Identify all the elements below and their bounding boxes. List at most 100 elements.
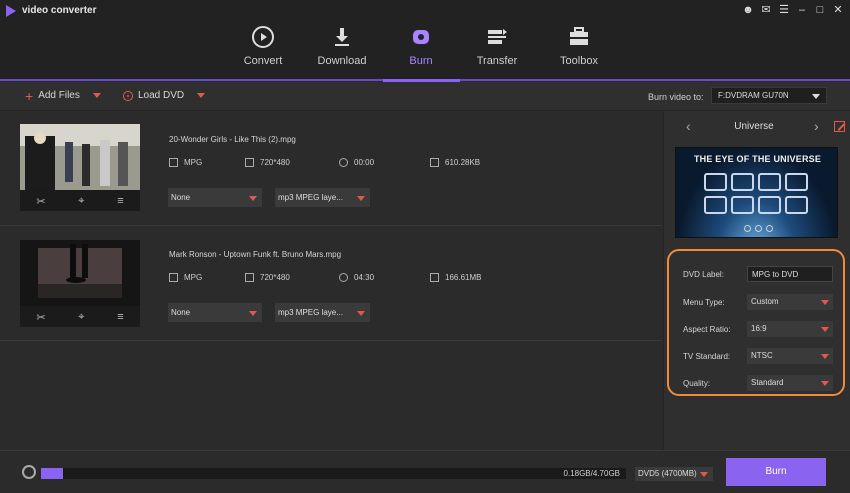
menu-type-select[interactable]: Custom bbox=[747, 294, 833, 310]
clock-icon bbox=[339, 158, 348, 167]
chevron-down-icon bbox=[821, 381, 829, 386]
aspect-ratio-row: Aspect Ratio: 16:9 bbox=[683, 321, 843, 337]
load-dvd-button[interactable]: Load DVD bbox=[123, 90, 206, 101]
file-size: 610.28KB bbox=[430, 158, 480, 167]
menu-type-value: Custom bbox=[751, 297, 779, 306]
chapter-frame bbox=[704, 173, 727, 191]
app-logo-icon bbox=[6, 5, 16, 17]
format-value: MPG bbox=[184, 158, 203, 167]
chevron-down-icon bbox=[700, 472, 708, 477]
quality-row: Quality: Standard bbox=[683, 375, 843, 391]
next-template-icon[interactable]: › bbox=[814, 118, 819, 134]
video-thumbnail[interactable]: ✂ ⌖ ≡ bbox=[20, 240, 140, 327]
chapter-frame bbox=[758, 196, 781, 214]
title-bar: video converter ☻ ✉ ☰ – □ ✕ bbox=[0, 0, 850, 22]
window-controls: ☻ ✉ ☰ – □ ✕ bbox=[742, 3, 844, 17]
alarm-clock-icon[interactable] bbox=[22, 465, 36, 479]
crop-icon[interactable]: ⌖ bbox=[78, 195, 84, 208]
file-row[interactable]: ✂ ⌖ ≡ Mark Ronson - Uptown Funk ft. Brun… bbox=[0, 226, 662, 341]
tv-standard-row: TV Standard: NTSC bbox=[683, 348, 843, 364]
quality-label: Quality: bbox=[683, 379, 711, 388]
tab-download[interactable]: Download bbox=[304, 22, 380, 80]
quality-select[interactable]: Standard bbox=[747, 375, 833, 391]
audio-select[interactable]: mp3 MPEG laye... bbox=[275, 188, 370, 207]
plus-icon: + bbox=[25, 87, 34, 104]
tv-standard-label: TV Standard: bbox=[683, 352, 731, 361]
size-value: 610.28KB bbox=[445, 158, 481, 167]
menu-button-icon bbox=[755, 225, 762, 232]
tv-standard-select[interactable]: NTSC bbox=[747, 348, 833, 364]
duration-value: 04:30 bbox=[354, 273, 375, 282]
file-duration: 04:30 bbox=[339, 273, 374, 282]
thumbnail-tools: ✂ ⌖ ≡ bbox=[20, 308, 140, 326]
audio-select[interactable]: mp3 MPEG laye... bbox=[275, 303, 370, 322]
chevron-down-icon[interactable] bbox=[197, 93, 206, 98]
edit-icon[interactable] bbox=[834, 121, 845, 132]
chevron-down-icon bbox=[357, 311, 365, 316]
aspect-ratio-label: Aspect Ratio: bbox=[683, 325, 731, 334]
cut-icon[interactable]: ✂ bbox=[36, 311, 45, 324]
message-icon[interactable]: ✉ bbox=[760, 3, 772, 17]
file-format: MPG bbox=[169, 158, 202, 167]
chevron-down-icon bbox=[812, 94, 820, 99]
cut-icon[interactable]: ✂ bbox=[36, 195, 45, 208]
video-thumbnail[interactable]: ✂ ⌖ ≡ bbox=[20, 124, 140, 211]
tab-burn[interactable]: Burn bbox=[383, 22, 459, 80]
thumbnail-image bbox=[20, 124, 140, 190]
maximize-icon[interactable]: □ bbox=[814, 3, 826, 17]
menu-icon[interactable]: ☰ bbox=[778, 3, 790, 17]
thumbnail-image bbox=[20, 240, 140, 306]
subtitle-select[interactable]: None bbox=[168, 188, 262, 207]
effects-icon[interactable]: ≡ bbox=[117, 311, 123, 323]
tab-label: Download bbox=[317, 55, 367, 67]
file-name: 20-Wonder Girls - Like This (2).mpg bbox=[169, 135, 296, 144]
chevron-down-icon bbox=[357, 196, 365, 201]
chevron-down-icon bbox=[249, 196, 257, 201]
burn-target-select[interactable]: F:DVDRAM GU70N bbox=[711, 87, 827, 104]
convert-icon bbox=[252, 26, 274, 48]
folder-icon bbox=[430, 273, 439, 282]
subtitle-value: None bbox=[171, 308, 191, 317]
disc-size-select[interactable]: DVD5 (4700MB) bbox=[635, 467, 713, 481]
chapter-frame bbox=[731, 173, 754, 191]
load-dvd-label: Load DVD bbox=[138, 90, 185, 101]
app-title: video converter bbox=[22, 5, 97, 16]
resolution-icon bbox=[245, 158, 254, 167]
crop-icon[interactable]: ⌖ bbox=[78, 311, 84, 324]
burn-target-value: F:DVDRAM GU70N bbox=[718, 91, 789, 100]
audio-value: mp3 MPEG laye... bbox=[278, 308, 343, 317]
add-files-label: Add Files bbox=[38, 90, 80, 101]
tab-toolbox[interactable]: Toolbox bbox=[541, 22, 617, 80]
transfer-icon bbox=[488, 29, 507, 44]
user-icon[interactable]: ☻ bbox=[742, 3, 754, 17]
aspect-ratio-select[interactable]: 16:9 bbox=[747, 321, 833, 337]
dvd-label-input[interactable]: MPG to DVD bbox=[747, 266, 833, 282]
burn-to-label: Burn video to: bbox=[648, 92, 704, 102]
resolution-value: 720*480 bbox=[260, 158, 290, 167]
folder-icon bbox=[430, 158, 439, 167]
dvd-settings-panel: ‹ Universe › THE EYE OF THE UNIVERSE DVD… bbox=[663, 111, 850, 450]
file-size: 166.61MB bbox=[430, 273, 481, 282]
subtitle-select[interactable]: None bbox=[168, 303, 262, 322]
audio-value: mp3 MPEG laye... bbox=[278, 193, 343, 202]
file-duration: 00:00 bbox=[339, 158, 374, 167]
effects-icon[interactable]: ≡ bbox=[117, 195, 123, 207]
file-row[interactable]: ✂ ⌖ ≡ 20-Wonder Girls - Like This (2).mp… bbox=[0, 111, 662, 226]
menu-type-label: Menu Type: bbox=[683, 298, 725, 307]
tab-convert[interactable]: Convert bbox=[225, 22, 301, 80]
resolution-icon bbox=[245, 273, 254, 282]
toolbar: + Add Files Load DVD Burn video to: F:DV… bbox=[0, 82, 850, 111]
minimize-icon[interactable]: – bbox=[796, 3, 808, 17]
tab-transfer[interactable]: Transfer bbox=[459, 22, 535, 80]
menu-type-row: Menu Type: Custom bbox=[683, 294, 843, 310]
file-resolution: 720*480 bbox=[245, 158, 290, 167]
menu-preview-grid bbox=[704, 173, 808, 214]
file-resolution: 720*480 bbox=[245, 273, 290, 282]
add-files-button[interactable]: + Add Files bbox=[25, 87, 101, 104]
disc-size-value: DVD5 (4700MB) bbox=[638, 469, 697, 478]
burn-button[interactable]: Burn bbox=[726, 458, 826, 486]
subtitle-value: None bbox=[171, 193, 191, 202]
chevron-down-icon[interactable] bbox=[92, 93, 101, 98]
template-navigator: ‹ Universe › bbox=[664, 118, 850, 135]
close-icon[interactable]: ✕ bbox=[832, 3, 844, 17]
